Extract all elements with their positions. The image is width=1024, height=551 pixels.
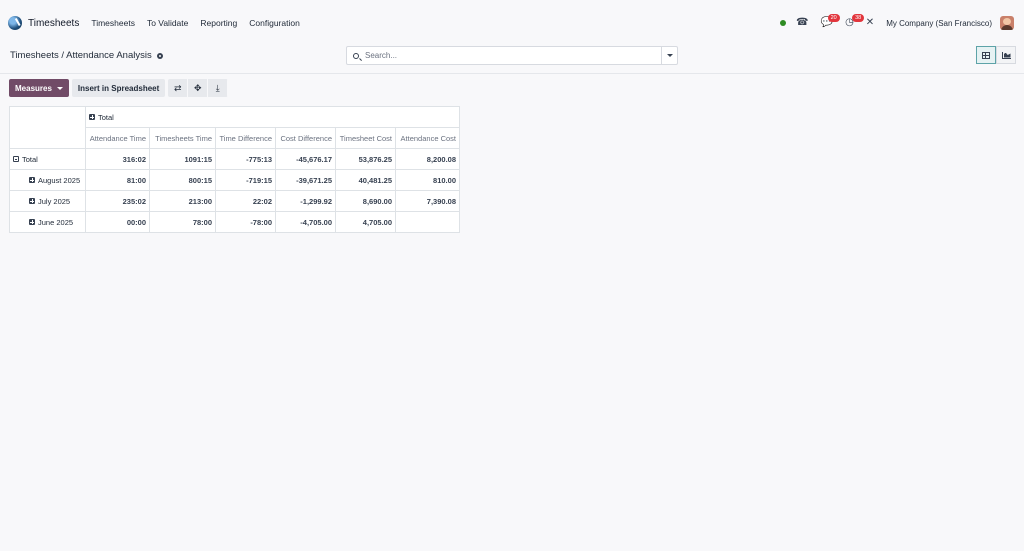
breadcrumb: Timesheets / Attendance Analysis bbox=[10, 50, 163, 61]
pivot-cell[interactable]: -719:15 bbox=[215, 169, 276, 191]
search-options-toggle[interactable] bbox=[661, 47, 677, 64]
expand-plus-icon bbox=[29, 198, 35, 204]
app-name[interactable]: Timesheets bbox=[28, 18, 79, 29]
expand-all-button[interactable]: ✥ bbox=[188, 79, 209, 97]
company-switcher[interactable]: My Company (San Francisco) bbox=[886, 19, 992, 28]
expand-plus-icon bbox=[89, 114, 95, 120]
table-row: August 2025 81:00 800:15 -719:15 -39,671… bbox=[9, 169, 460, 191]
pivot-cell[interactable]: 53,876.25 bbox=[335, 148, 396, 170]
presence-status-icon bbox=[780, 20, 787, 26]
area-chart-icon bbox=[1001, 51, 1011, 59]
pivot-cell[interactable]: 00:00 bbox=[85, 211, 150, 233]
pivot-corner bbox=[9, 106, 86, 128]
pivot-cell[interactable]: -775:13 bbox=[215, 148, 276, 170]
flip-axis-button[interactable]: ⇄ bbox=[168, 79, 189, 97]
pivot-cell[interactable]: 213:00 bbox=[149, 190, 216, 212]
measures-button[interactable]: Measures bbox=[9, 79, 69, 97]
measure-header-attendance-cost[interactable]: Attendance Cost bbox=[395, 127, 460, 149]
measure-header-cost-difference[interactable]: Cost Difference bbox=[275, 127, 336, 149]
expand-arrows-icon: ✥ bbox=[194, 82, 202, 93]
search-icon bbox=[353, 52, 359, 59]
caret-down-icon bbox=[56, 86, 63, 90]
pivot-cell[interactable]: 22:02 bbox=[215, 190, 276, 212]
pivot-column-header-row: Total bbox=[9, 106, 460, 128]
pivot-cell[interactable]: -39,671.25 bbox=[275, 169, 336, 191]
pivot-table-icon bbox=[982, 51, 990, 59]
menu-configuration[interactable]: Configuration bbox=[249, 18, 300, 28]
row-label: Total bbox=[22, 154, 38, 164]
pivot-cell[interactable]: 78:00 bbox=[149, 211, 216, 233]
pivot-actions: ⇄ ✥ ⤓ bbox=[168, 79, 229, 97]
page-title: Timesheets / Attendance Analysis bbox=[10, 50, 152, 61]
gear-icon[interactable] bbox=[156, 52, 163, 59]
row-label: August 2025 bbox=[38, 175, 81, 185]
insert-in-spreadsheet-button[interactable]: Insert in Spreadsheet bbox=[71, 79, 166, 97]
menu-reporting[interactable]: Reporting bbox=[200, 18, 237, 28]
pivot-cell[interactable]: 235:02 bbox=[85, 190, 150, 212]
expand-plus-icon bbox=[29, 177, 35, 183]
pivot-cell[interactable]: 7,390.08 bbox=[395, 190, 460, 212]
measure-header-timesheet-cost[interactable]: Timesheet Cost bbox=[335, 127, 396, 149]
table-row: June 2025 00:00 78:00 -78:00 -4,705.00 4… bbox=[9, 211, 460, 233]
row-label: July 2025 bbox=[38, 196, 71, 206]
measure-header-time-difference[interactable]: Time Difference bbox=[215, 127, 276, 149]
measure-header-attendance-time[interactable]: Attendance Time bbox=[85, 127, 150, 149]
graph-view-button[interactable] bbox=[996, 46, 1016, 64]
pivot-toolbar: Measures Insert in Spreadsheet ⇄ ✥ ⤓ bbox=[9, 79, 229, 97]
measure-header-timesheets-time[interactable]: Timesheets Time bbox=[149, 127, 216, 149]
download-button[interactable]: ⤓ bbox=[208, 79, 229, 97]
messages-icon[interactable]: 💬 20 bbox=[821, 14, 840, 28]
table-row: Total 316:02 1091:15 -775:13 -45,676.17 … bbox=[9, 148, 460, 170]
divider bbox=[0, 73, 1024, 74]
timesheets-app-icon[interactable] bbox=[8, 16, 22, 30]
pivot-corner-lower bbox=[9, 127, 86, 149]
pivot-cell[interactable]: 81:00 bbox=[85, 169, 150, 191]
swap-arrows-icon: ⇄ bbox=[174, 82, 182, 93]
chevron-down-icon bbox=[666, 54, 673, 57]
column-header-total-label: Total bbox=[98, 112, 114, 122]
phone-icon[interactable]: ☎ bbox=[796, 18, 808, 28]
pivot-cell[interactable]: 8,690.00 bbox=[335, 190, 396, 212]
download-icon: ⤓ bbox=[215, 82, 220, 93]
pivot-table: Total Attendance Time Timesheets Time Ti… bbox=[9, 106, 460, 233]
pivot-view-button[interactable] bbox=[976, 46, 996, 64]
pivot-cell[interactable]: 800:15 bbox=[149, 169, 216, 191]
messages-badge: 20 bbox=[827, 14, 840, 22]
collapse-minus-icon bbox=[13, 156, 19, 162]
pivot-cell[interactable] bbox=[395, 211, 460, 233]
activities-clock-icon[interactable]: ◷ 38 bbox=[845, 14, 865, 28]
row-header-june-2025[interactable]: June 2025 bbox=[9, 211, 86, 233]
menu-timesheets[interactable]: Timesheets bbox=[91, 18, 135, 28]
view-switcher bbox=[976, 46, 1016, 64]
user-avatar[interactable] bbox=[1000, 16, 1014, 30]
pivot-cell[interactable]: 4,705.00 bbox=[335, 211, 396, 233]
pivot-cell[interactable]: -78:00 bbox=[215, 211, 276, 233]
row-header-total[interactable]: Total bbox=[9, 148, 86, 170]
pivot-cell[interactable]: 316:02 bbox=[85, 148, 150, 170]
systray: ☎ 💬 20 ◷ 38 ✕ My Company (San Francisco) bbox=[780, 0, 1014, 46]
pivot-cell[interactable]: -45,676.17 bbox=[275, 148, 336, 170]
top-navbar: Timesheets Timesheets To Validate Report… bbox=[0, 0, 1024, 46]
menu-to-validate[interactable]: To Validate bbox=[147, 18, 188, 28]
row-label: June 2025 bbox=[38, 217, 74, 227]
measures-label: Measures bbox=[15, 83, 52, 93]
pivot-cell[interactable]: 40,481.25 bbox=[335, 169, 396, 191]
pivot-cell[interactable]: -1,299.92 bbox=[275, 190, 336, 212]
pivot-cell[interactable]: 8,200.08 bbox=[395, 148, 460, 170]
search-bar bbox=[346, 46, 678, 65]
pivot-cell[interactable]: 1091:15 bbox=[149, 148, 216, 170]
table-row: July 2025 235:02 213:00 22:02 -1,299.92 … bbox=[9, 190, 460, 212]
pivot-cell[interactable]: -4,705.00 bbox=[275, 211, 336, 233]
activities-badge: 38 bbox=[852, 14, 865, 22]
row-header-july-2025[interactable]: July 2025 bbox=[9, 190, 86, 212]
column-header-total[interactable]: Total bbox=[85, 106, 460, 128]
debug-tools-icon[interactable]: ✕ bbox=[866, 18, 874, 28]
pivot-cell[interactable]: 810.00 bbox=[395, 169, 460, 191]
expand-plus-icon bbox=[29, 219, 35, 225]
search-input[interactable] bbox=[365, 51, 655, 60]
row-header-august-2025[interactable]: August 2025 bbox=[9, 169, 86, 191]
pivot-measure-header-row: Attendance Time Timesheets Time Time Dif… bbox=[9, 127, 460, 149]
